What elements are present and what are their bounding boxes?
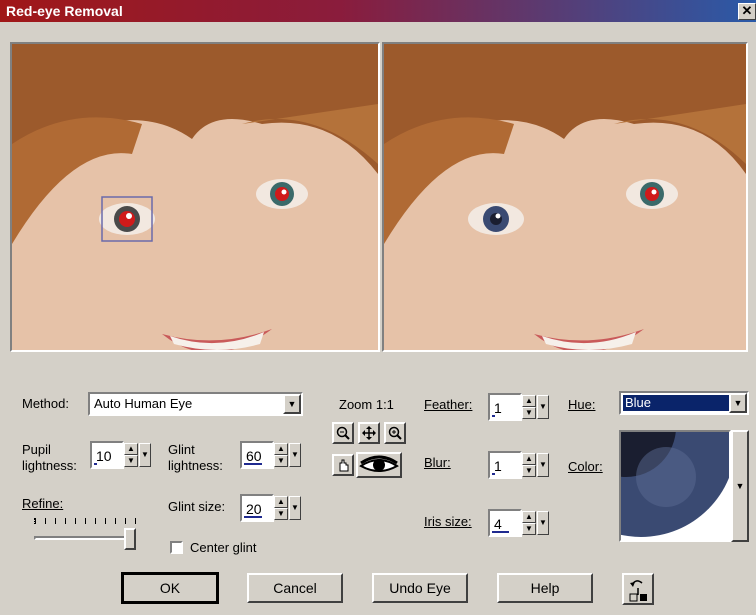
spin-down-icon[interactable]: ▼	[274, 508, 288, 520]
pupil-lightness-label-2: lightness:	[22, 458, 77, 473]
method-value: Auto Human Eye	[94, 396, 193, 411]
help-button[interactable]: Help	[497, 573, 593, 603]
zoom-label: Zoom 1:1	[339, 397, 394, 412]
glint-lightness-label-2: lightness:	[168, 458, 223, 473]
move-icon	[362, 426, 376, 440]
refine-slider-track[interactable]	[34, 536, 134, 540]
spin-up-icon[interactable]: ▲	[522, 453, 536, 465]
after-preview[interactable]	[382, 42, 748, 352]
ok-button[interactable]: OK	[121, 572, 219, 604]
pupil-lightness-input[interactable]: 10	[90, 441, 124, 469]
hue-select[interactable]: Blue ▼	[619, 391, 749, 415]
spin-up-icon[interactable]: ▲	[522, 511, 536, 523]
refine-ticks	[34, 518, 136, 524]
blur-dropdown-icon[interactable]: ▼	[537, 453, 549, 477]
pan-button[interactable]	[332, 454, 354, 476]
method-label: Method:	[22, 396, 69, 411]
feather-level-bar	[492, 415, 495, 417]
refine-label: Refine:	[22, 496, 64, 511]
color-dropdown-button[interactable]: ▼	[731, 430, 749, 542]
hand-pan-icon	[339, 459, 349, 472]
glint-size-label: Glint size:	[168, 499, 226, 514]
pupil-lightness-dropdown-icon[interactable]: ▼	[139, 443, 151, 467]
cancel-button[interactable]: Cancel	[247, 573, 343, 603]
glint-lightness-dropdown-icon[interactable]: ▼	[289, 443, 301, 467]
spin-arrows-icon[interactable]: ▲ ▼	[124, 443, 138, 467]
spin-arrows-icon[interactable]: ▲ ▼	[274, 443, 288, 467]
spin-down-icon[interactable]: ▼	[522, 407, 536, 419]
pupil-lightness-level-bar	[94, 463, 97, 465]
feather-dropdown-icon[interactable]: ▼	[537, 395, 549, 419]
iris-size-level-bar	[492, 531, 509, 533]
reset-defaults-button[interactable]	[622, 573, 654, 605]
feather-value: 1	[494, 400, 502, 416]
title-bar: Red-eye Removal ✕	[0, 0, 756, 22]
center-glint-label: Center glint	[190, 540, 257, 555]
spin-up-icon[interactable]: ▲	[274, 496, 288, 508]
glint-size-level-bar	[244, 516, 262, 518]
pupil-lightness-value: 10	[96, 448, 112, 464]
glint-size-input[interactable]: 20	[240, 494, 274, 522]
spin-down-icon[interactable]: ▼	[522, 465, 536, 477]
zoom-in-icon	[388, 426, 402, 440]
color-swatch-preview	[621, 432, 729, 540]
glint-size-dropdown-icon[interactable]: ▼	[289, 496, 301, 520]
move-button[interactable]	[358, 422, 380, 444]
feather-label: Feather:	[424, 397, 473, 412]
spin-arrows-icon[interactable]: ▲ ▼	[274, 496, 288, 520]
eye-icon	[359, 455, 399, 472]
zoom-in-button[interactable]	[384, 422, 406, 444]
glint-lightness-label-1: Glint	[168, 442, 195, 457]
spin-arrows-icon[interactable]: ▲ ▼	[522, 453, 536, 477]
zoom-out-icon	[336, 426, 350, 440]
pupil-lightness-label-1: Pupil	[22, 442, 51, 457]
spin-down-icon[interactable]: ▼	[274, 455, 288, 467]
spin-up-icon[interactable]: ▲	[522, 395, 536, 407]
zoom-out-button[interactable]	[332, 422, 354, 444]
blur-level-bar	[492, 473, 495, 475]
hue-label: Hue:	[568, 397, 596, 412]
spin-up-icon[interactable]: ▲	[274, 443, 288, 455]
iris-size-value: 4	[494, 516, 502, 532]
after-preview-image	[384, 44, 746, 350]
close-button[interactable]: ✕	[738, 3, 756, 20]
eye-select-button[interactable]	[356, 452, 402, 478]
iris-size-input[interactable]: 4	[488, 509, 522, 537]
color-swatch[interactable]	[619, 430, 731, 542]
reset-defaults-icon	[629, 580, 647, 602]
glint-size-value: 20	[246, 501, 262, 517]
blur-value: 1	[494, 458, 502, 474]
color-label: Color:	[568, 459, 603, 474]
undo-eye-button[interactable]: Undo Eye	[372, 573, 468, 603]
hue-value: Blue	[623, 395, 729, 411]
feather-input[interactable]: 1	[488, 393, 522, 421]
glint-lightness-value: 60	[246, 448, 262, 464]
spin-arrows-icon[interactable]: ▲ ▼	[522, 511, 536, 535]
iris-size-dropdown-icon[interactable]: ▼	[537, 511, 549, 535]
glint-lightness-level-bar	[244, 463, 262, 465]
spin-down-icon[interactable]: ▼	[124, 455, 138, 467]
before-preview-image	[12, 44, 378, 350]
refine-slider-thumb[interactable]	[124, 528, 136, 550]
spin-up-icon[interactable]: ▲	[124, 443, 138, 455]
glint-lightness-input[interactable]: 60	[240, 441, 274, 469]
method-select[interactable]: Auto Human Eye ▼	[88, 392, 303, 416]
iris-size-label: Iris size:	[424, 514, 472, 529]
blur-input[interactable]: 1	[488, 451, 522, 479]
dropdown-arrow-icon[interactable]: ▼	[283, 394, 301, 414]
blur-label: Blur:	[424, 455, 451, 470]
dropdown-arrow-icon: ▼	[735, 481, 745, 491]
center-glint-checkbox[interactable]	[170, 541, 183, 554]
window-title: Red-eye Removal	[6, 3, 123, 19]
spin-arrows-icon[interactable]: ▲ ▼	[522, 395, 536, 419]
before-preview[interactable]	[10, 42, 380, 352]
spin-down-icon[interactable]: ▼	[522, 523, 536, 535]
dropdown-arrow-icon[interactable]: ▼	[729, 393, 747, 413]
